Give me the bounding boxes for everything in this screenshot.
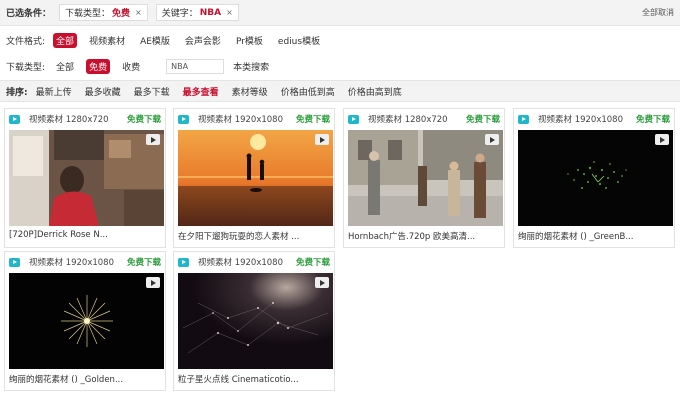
- card-title[interactable]: [720P]Derrick Rose N...: [9, 230, 164, 240]
- video-card[interactable]: 视频素材 1920x1080 免费下载 粒子星火点线 Cinematicotio…: [173, 251, 335, 391]
- card-meta: 视频素材 1920x1080: [198, 115, 283, 125]
- file-format-option-ae[interactable]: AE模版: [137, 33, 173, 48]
- video-icon: [178, 257, 189, 267]
- card-title[interactable]: 绚丽的烟花素材 () _GreenB...: [518, 230, 673, 242]
- play-icon[interactable]: [485, 134, 499, 145]
- card-title[interactable]: 绚丽的烟花素材 () _Golden...: [9, 373, 164, 385]
- search-in-category-button[interactable]: 本类搜索: [230, 59, 272, 74]
- download-type-option-all[interactable]: 全部: [53, 59, 77, 74]
- sort-option-most-viewed[interactable]: 最多查看: [183, 85, 219, 98]
- video-icon: [348, 114, 359, 124]
- thumbnail-image: [9, 273, 164, 369]
- video-card[interactable]: 视频素材 1920x1080 免费下载 绚丽的烟花素材 () _GreenB..…: [513, 108, 675, 248]
- video-thumbnail[interactable]: [348, 130, 503, 226]
- card-header: 视频素材 1920x1080 免费下载: [514, 109, 674, 129]
- card-meta: 视频素材 1280x720: [368, 115, 448, 125]
- card-meta: 视频素材 1920x1080: [29, 258, 114, 268]
- free-download-link[interactable]: 免费下载: [127, 256, 161, 268]
- card-title[interactable]: Hornbach广告.720p 欧美高清...: [348, 230, 503, 242]
- video-thumbnail[interactable]: [9, 273, 164, 369]
- video-card[interactable]: 视频素材 1920x1080 免费下载 绚丽的烟花素材 () _Golden..…: [4, 251, 166, 391]
- sort-option-most-downloaded[interactable]: 最多下载: [134, 85, 170, 98]
- file-format-option-huisheng[interactable]: 会声会影: [182, 33, 224, 48]
- video-card[interactable]: 视频素材 1280x720 免费下载 [720P]Derrick Rose N.…: [4, 108, 166, 248]
- sort-option-price-desc[interactable]: 价格由高到底: [348, 85, 402, 98]
- video-card[interactable]: 视频素材 1280x720 免费下载 Hornbach广告.720p 欧美高清.…: [343, 108, 505, 248]
- filter-chip-download-type[interactable]: 下载类型： 免费 ×: [59, 4, 148, 21]
- video-thumbnail[interactable]: [9, 130, 164, 226]
- filter-chip-key: 下载类型：: [65, 9, 111, 19]
- thumbnail-image: [518, 130, 673, 226]
- download-type-option-free[interactable]: 免费: [86, 58, 111, 74]
- sort-option-most-favorited[interactable]: 最多收藏: [85, 85, 121, 98]
- video-thumbnail[interactable]: [178, 130, 333, 226]
- video-thumbnail[interactable]: [518, 130, 673, 226]
- card-header: 视频素材 1920x1080 免费下载: [174, 252, 334, 272]
- card-meta: 视频素材 1920x1080: [198, 258, 283, 268]
- card-header: 视频素材 1920x1080 免费下载: [174, 109, 334, 129]
- video-icon: [518, 114, 529, 124]
- thumbnail-image: [178, 273, 333, 369]
- thumbnail-image: [178, 130, 333, 226]
- file-format-option-edius[interactable]: edius模板: [275, 33, 323, 48]
- file-format-row: 文件格式: 全部 视频素材 AE模版 会声会影 Pr模板 edius模板: [0, 28, 680, 52]
- file-format-option-all[interactable]: 全部: [53, 32, 78, 48]
- play-icon[interactable]: [655, 134, 669, 145]
- video-icon: [9, 257, 20, 267]
- filter-chip-keyword[interactable]: 关键字： NBA ×: [155, 4, 239, 21]
- filter-chip-value: NBA: [199, 7, 222, 18]
- file-format-option-video[interactable]: 视频素材: [86, 33, 128, 48]
- card-title[interactable]: 在夕阳下遛狗玩耍的恋人素材 ...: [178, 230, 333, 242]
- card-header: 视频素材 1280x720 免费下载: [344, 109, 504, 129]
- video-card[interactable]: 视频素材 1920x1080 免费下载 在夕阳下遛狗玩耍的恋人素材 ...: [173, 108, 335, 248]
- card-meta: 视频素材 1920x1080: [538, 115, 623, 125]
- download-type-option-paid[interactable]: 收费: [119, 59, 143, 74]
- filter-chip-value: 免费: [112, 9, 131, 19]
- sort-option-price-asc[interactable]: 价格由低到高: [281, 85, 335, 98]
- selected-filters-bar: 已选条件： 下载类型： 免费 × 关键字： NBA × 全部取消: [0, 0, 680, 26]
- play-icon[interactable]: [146, 134, 160, 145]
- thumbnail-image: [9, 130, 164, 226]
- card-header: 视频素材 1280x720 免费下载: [5, 109, 165, 129]
- selected-filters-label: 已选条件：: [6, 9, 52, 19]
- download-type-label: 下载类型:: [6, 62, 46, 73]
- card-title[interactable]: 粒子星火点线 Cinematicotio...: [178, 373, 333, 385]
- video-thumbnail[interactable]: [178, 273, 333, 369]
- free-download-link[interactable]: 免费下载: [296, 256, 330, 268]
- thumbnail-image: [348, 130, 503, 226]
- file-format-label: 文件格式:: [6, 36, 46, 47]
- free-download-link[interactable]: 免费下载: [127, 113, 161, 125]
- clear-all-link[interactable]: 全部取消: [642, 7, 674, 18]
- download-type-row: 下载类型: 全部 免费 收费 NBA 本类搜索: [0, 54, 680, 78]
- card-header: 视频素材 1920x1080 免费下载: [5, 252, 165, 272]
- close-icon[interactable]: ×: [135, 8, 142, 17]
- sort-bar: 排序: 最新上传 最多收藏 最多下载 最多查看 素材等级 价格由低到高 价格由高…: [0, 80, 680, 102]
- free-download-link[interactable]: 免费下载: [636, 113, 670, 125]
- free-download-link[interactable]: 免费下载: [466, 113, 500, 125]
- sort-option-level[interactable]: 素材等级: [232, 85, 268, 98]
- close-icon[interactable]: ×: [226, 8, 233, 17]
- free-download-link[interactable]: 免费下载: [296, 113, 330, 125]
- sort-option-newest[interactable]: 最新上传: [36, 85, 72, 98]
- play-icon[interactable]: [146, 277, 160, 288]
- filter-chip-key: 关键字：: [161, 9, 198, 19]
- keyword-search-input[interactable]: NBA: [166, 58, 225, 74]
- video-icon: [9, 114, 20, 124]
- card-meta: 视频素材 1280x720: [29, 115, 109, 125]
- sort-label: 排序:: [6, 87, 28, 98]
- play-icon[interactable]: [315, 134, 329, 145]
- video-icon: [178, 114, 189, 124]
- file-format-option-pr[interactable]: Pr模板: [233, 33, 266, 48]
- play-icon[interactable]: [315, 277, 329, 288]
